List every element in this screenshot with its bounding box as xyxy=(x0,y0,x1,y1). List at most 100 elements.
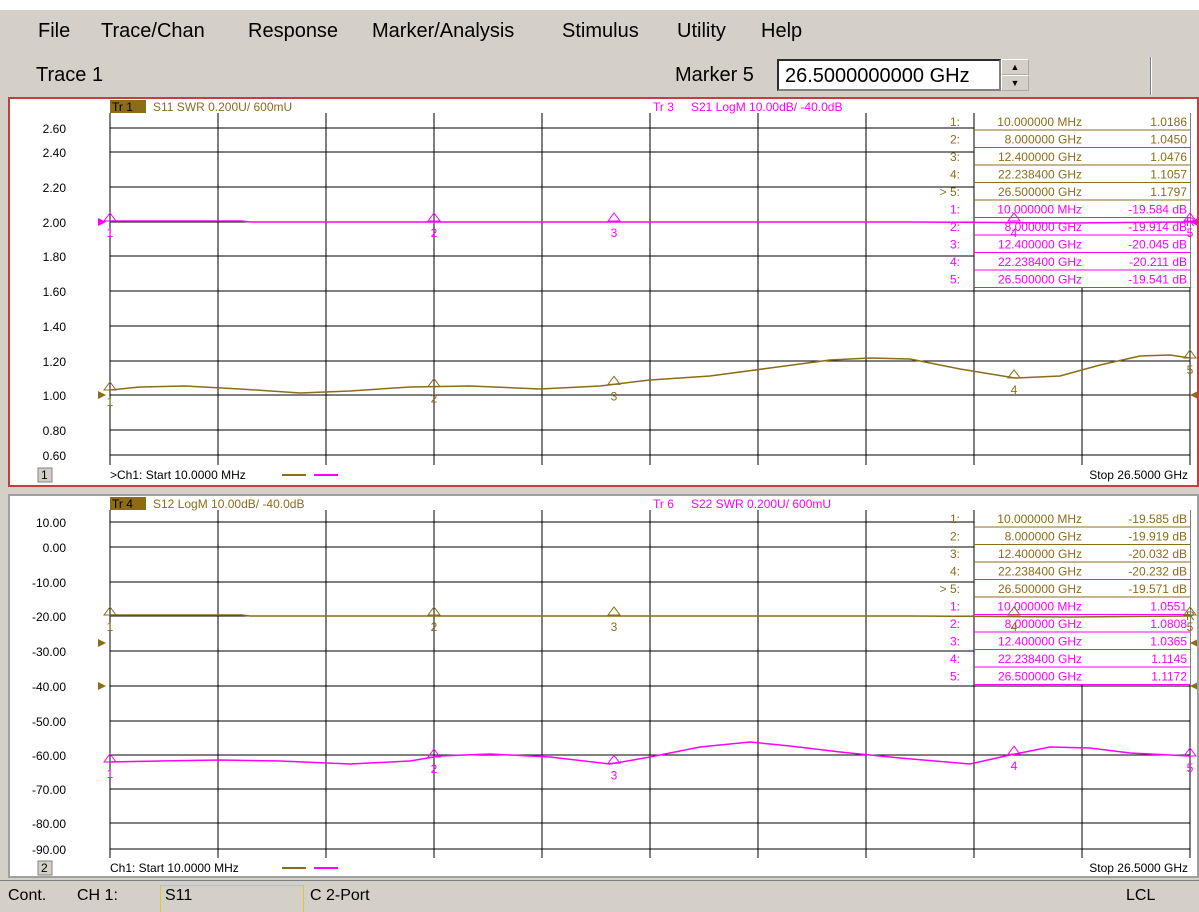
y-tick-label: 1.40 xyxy=(43,320,67,334)
marker-id: 4: xyxy=(950,652,960,666)
marker-frequency: 26.500000 GHz xyxy=(998,273,1082,287)
marker-id: 4: xyxy=(950,565,960,579)
plot-2[interactable]: 10.00 0.00 -10.00 -20.00 -30.00 -40.00 -50.00 -… xyxy=(10,496,1197,876)
marker-frequency-input[interactable] xyxy=(777,59,1001,91)
trace-b-tag[interactable]: Tr 6 xyxy=(653,497,674,511)
y-tick-label: 1.20 xyxy=(43,355,67,369)
y-tick-label: 10.00 xyxy=(36,516,66,530)
window-number[interactable]: 2 xyxy=(41,861,48,875)
spin-up-icon[interactable]: ▲ xyxy=(1001,59,1029,75)
marker-value: 1.1057 xyxy=(1150,168,1187,182)
marker-value: 1.1145 xyxy=(1151,652,1187,666)
marker-id: 3: xyxy=(950,238,960,252)
menu-marker-analysis[interactable]: Marker/Analysis xyxy=(372,20,514,43)
marker-id: 3: xyxy=(950,635,960,649)
reference-flag: R xyxy=(1186,609,1195,623)
menu-file[interactable]: File xyxy=(38,20,70,43)
marker-number: 2 xyxy=(431,762,438,776)
reference-arrow-left[interactable] xyxy=(98,391,106,399)
y-tick-label: -10.00 xyxy=(32,576,66,590)
toolbar-divider xyxy=(1150,57,1152,95)
trace-a-tag[interactable]: Tr 1 xyxy=(112,100,133,114)
marker-id: 3: xyxy=(950,150,960,164)
y-tick-label: -70.00 xyxy=(32,783,66,797)
marker-triangle[interactable] xyxy=(607,212,621,222)
y-tick-label: -30.00 xyxy=(32,645,66,659)
marker-value: -19.571 dB xyxy=(1128,582,1187,596)
y-tick-label: 2.40 xyxy=(43,146,67,160)
trace-b-tag[interactable]: Tr 3 xyxy=(653,100,674,114)
reference-arrow-right[interactable] xyxy=(1190,639,1197,647)
marker-value: 1.0551 xyxy=(1150,600,1187,614)
y-tick-label: -50.00 xyxy=(32,715,66,729)
y-tick-label: -90.00 xyxy=(32,843,66,857)
measurement-window-1[interactable]: 2.60 2.40 2.20 2.00 1.80 1.60 1.40 1.20 1.00 0.80… xyxy=(8,97,1199,487)
reference-arrow-left[interactable] xyxy=(98,682,106,690)
marker-number: 4 xyxy=(1011,759,1018,773)
marker-number: 3 xyxy=(611,768,618,782)
marker-value: 1.0476 xyxy=(1150,150,1187,164)
marker-frequency: 10.000000 MHz xyxy=(997,115,1082,129)
active-trace-label[interactable]: Trace 1 xyxy=(36,64,103,87)
start-frequency[interactable]: >Ch1: Start 10.0000 MHz xyxy=(110,468,246,482)
menu-trace-chan[interactable]: Trace/Chan xyxy=(101,20,205,43)
y-tick-label: 1.00 xyxy=(43,389,67,403)
menu-stimulus[interactable]: Stimulus xyxy=(562,20,639,43)
marker-frequency: 26.500000 GHz xyxy=(998,185,1082,199)
start-frequency[interactable]: Ch1: Start 10.0000 MHz xyxy=(110,861,239,875)
plot-1[interactable]: 2.60 2.40 2.20 2.00 1.80 1.60 1.40 1.20 1.00 0.80… xyxy=(10,99,1197,485)
measurement-window-2[interactable]: 10.00 0.00 -10.00 -20.00 -30.00 -40.00 -50.00 -… xyxy=(8,494,1199,878)
stop-frequency[interactable]: Stop 26.5000 GHz xyxy=(1089,861,1188,875)
trace-a-label[interactable]: S11 SWR 0.200U/ 600mU xyxy=(153,100,292,114)
y-tick-label: 1.80 xyxy=(43,250,67,264)
trace-a-tag[interactable]: Tr 4 xyxy=(112,497,133,511)
marker-frequency: 22.238400 GHz xyxy=(998,168,1082,182)
reference-arrow-right[interactable] xyxy=(1190,391,1197,399)
marker-frequency: 12.400000 GHz xyxy=(998,547,1082,561)
marker-value: -20.232 dB xyxy=(1128,565,1187,579)
trace-a-label[interactable]: S12 LogM 10.00dB/ -40.0dB xyxy=(153,497,304,511)
marker-frequency: 10.000000 MHz xyxy=(997,512,1082,526)
marker-id: 5: xyxy=(950,273,960,287)
marker-value: -19.541 dB xyxy=(1128,273,1187,287)
marker-label: Marker 5 xyxy=(675,64,754,86)
menu-utility[interactable]: Utility xyxy=(677,20,726,43)
marker-number: 1 xyxy=(107,395,114,409)
menu-response[interactable]: Response xyxy=(248,20,338,43)
marker-frequency: 26.500000 GHz xyxy=(998,582,1082,596)
marker-frequency: 12.400000 GHz xyxy=(998,635,1082,649)
spin-down-icon[interactable]: ▼ xyxy=(1001,75,1029,91)
marker-number: 3 xyxy=(611,389,618,403)
y-tick-label: -80.00 xyxy=(32,817,66,831)
marker-value: 1.1797 xyxy=(1150,185,1187,199)
marker-frequency: 10.000000 MHz xyxy=(997,203,1082,217)
y-tick-label: 2.60 xyxy=(43,122,67,136)
trace-b-label[interactable]: S22 SWR 0.200U/ 600mU xyxy=(691,497,831,511)
marker-number: 2 xyxy=(431,392,438,406)
y-tick-label: -60.00 xyxy=(32,749,66,763)
trace-b-label[interactable]: S21 LogM 10.00dB/ -40.0dB xyxy=(691,100,842,114)
marker-value: -19.585 dB xyxy=(1128,512,1187,526)
marker-value: 1.1172 xyxy=(1151,670,1187,684)
marker-value: -20.211 dB xyxy=(1129,255,1187,269)
calibration-status: C 2-Port xyxy=(310,887,370,904)
menu-help[interactable]: Help xyxy=(761,20,802,43)
marker-id: 2: xyxy=(950,133,960,147)
marker-number: 5 xyxy=(1187,761,1194,775)
y-tick-label: 0.80 xyxy=(43,424,67,438)
marker-value: 1.0450 xyxy=(1150,133,1187,147)
marker-id: 4: xyxy=(950,255,960,269)
marker-frequency: 12.400000 GHz xyxy=(998,150,1082,164)
stop-frequency[interactable]: Stop 26.5000 GHz xyxy=(1089,468,1188,482)
marker-spinner[interactable]: ▲ ▼ xyxy=(1001,59,1029,91)
window-number[interactable]: 1 xyxy=(41,468,48,482)
marker-number: 1 xyxy=(107,620,114,634)
remote-status: LCL xyxy=(1126,887,1156,904)
sweep-mode: Cont. xyxy=(8,887,47,904)
status-measurement[interactable]: S11 xyxy=(165,887,192,905)
y-tick-label: 2.20 xyxy=(43,181,67,195)
marker-triangle[interactable] xyxy=(607,606,621,616)
reference-arrow-right[interactable] xyxy=(1190,682,1197,690)
reference-arrow-left[interactable] xyxy=(98,639,106,647)
marker-number: 1 xyxy=(107,226,114,240)
